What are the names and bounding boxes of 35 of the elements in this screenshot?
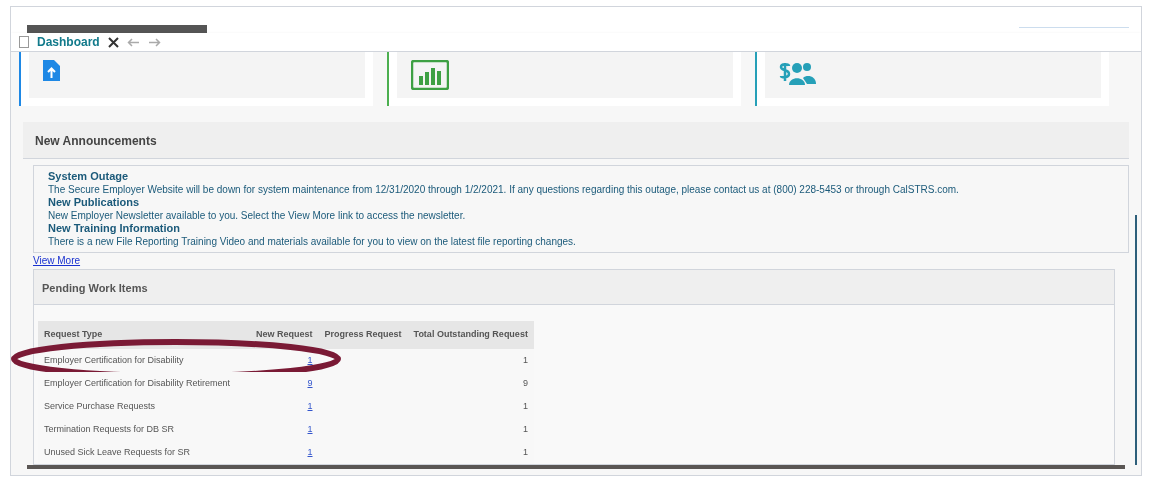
view-more-link[interactable]: View More [33,255,81,268]
column-header: Progress Request [318,321,408,349]
announcement-heading: New Training Information [48,222,181,236]
announcement-text: There is a new File Reporting Training Video and materials available for you to view on the latest file reporting changes. [48,235,577,249]
bar-chart-icon [411,60,449,91]
announcement-heading: New Publications [48,196,141,210]
section-title: New Announcements [35,134,157,149]
announcement-text: New Employer Newsletter available to you. Select the View More link to access the newsletter. [48,209,467,223]
new-request-link[interactable]: 1 [307,423,313,434]
new-request-link[interactable]: 9 [307,377,313,388]
table-cell-text: 1 [521,422,529,436]
announcement-heading: System Outage [48,170,130,184]
new-request-link[interactable]: 1 [307,400,313,411]
close-icon[interactable] [107,36,119,48]
people-dollar-icon [779,60,817,87]
table-cell-text: Termination Requests for DB SR [43,422,176,436]
summary-card[interactable] [387,52,741,107]
table-cell-text: 1 [521,353,529,367]
table-cell-text: 9 [521,376,529,390]
table-cell-text: 1 [521,399,529,413]
new-request-link[interactable]: 1 [307,354,313,365]
section-title: Pending Work Items [42,282,148,295]
table-cell-text: Employer Certification for Disability Retirement [43,376,232,390]
announcement-text: The Secure Employer Website will be down for system maintenance from 12/31/2020 through 1/2/2021. If any questions regarding this outage, please contact us at (800) 228-5453 or through CalSTRS.com. [48,183,960,197]
back-arrow-icon[interactable] [126,37,140,47]
document-icon [19,36,29,49]
table-cell-text: 1 [521,445,529,459]
summary-card[interactable] [755,52,1109,107]
column-header: Total Outstanding Request [407,321,534,349]
dashboard-tab[interactable]: Dashboard [37,33,100,52]
forward-arrow-icon[interactable] [147,37,161,47]
table-cell-text: Unused Sick Leave Requests for SR [43,445,192,459]
new-request-link[interactable]: 1 [307,446,313,457]
file-upload-icon [43,60,60,82]
table-cell-text: Service Purchase Requests [43,399,157,413]
